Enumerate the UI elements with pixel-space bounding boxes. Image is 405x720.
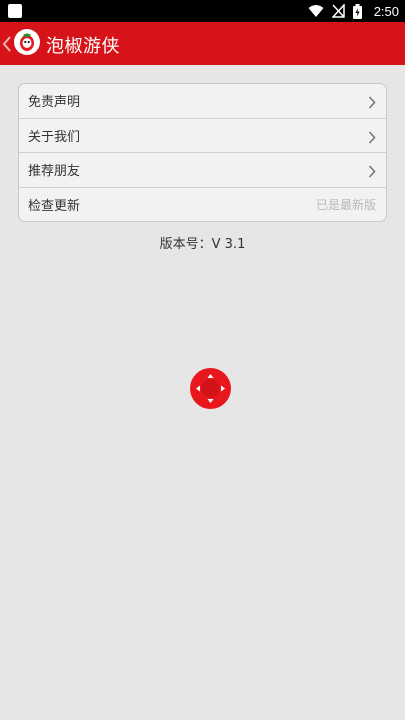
status-time: 2:50 xyxy=(373,3,399,19)
notification-icon xyxy=(8,4,22,18)
version-label: 版本号：V 3.1 xyxy=(159,237,246,252)
status-icons: 2:50 xyxy=(308,0,399,22)
battery-icon xyxy=(352,3,362,19)
dpad-icon xyxy=(190,374,231,413)
settings-list: 免责声明 关于我们 推荐朋友 检查更新 已是最新版 xyxy=(18,83,387,222)
menu-item-about-us[interactable]: 关于我们 xyxy=(19,119,386,153)
menu-item-label: 关于我们 xyxy=(28,129,81,145)
no-sim-icon xyxy=(331,4,345,18)
menu-item-recommend-friends[interactable]: 推荐朋友 xyxy=(19,153,386,188)
pepper-logo-icon xyxy=(14,29,40,55)
chevron-right-icon xyxy=(368,94,376,109)
menu-item-label: 检查更新 xyxy=(28,199,81,215)
chevron-right-icon xyxy=(368,163,376,178)
menu-item-label: 推荐朋友 xyxy=(28,164,81,180)
status-bar: 2:50 xyxy=(0,0,405,22)
menu-item-label: 免责声明 xyxy=(28,95,81,111)
app-title: 泡椒游侠 xyxy=(46,36,120,57)
menu-item-disclaimer[interactable]: 免责声明 xyxy=(19,84,386,119)
menu-item-check-update[interactable]: 检查更新 已是最新版 xyxy=(19,188,386,222)
floating-dpad-button[interactable] xyxy=(190,368,231,409)
wifi-icon xyxy=(308,4,324,18)
app-header: 泡椒游侠 xyxy=(0,22,405,65)
chevron-right-icon xyxy=(368,129,376,144)
update-status: 已是最新版 xyxy=(315,198,376,213)
chevron-left-icon[interactable] xyxy=(2,35,12,53)
